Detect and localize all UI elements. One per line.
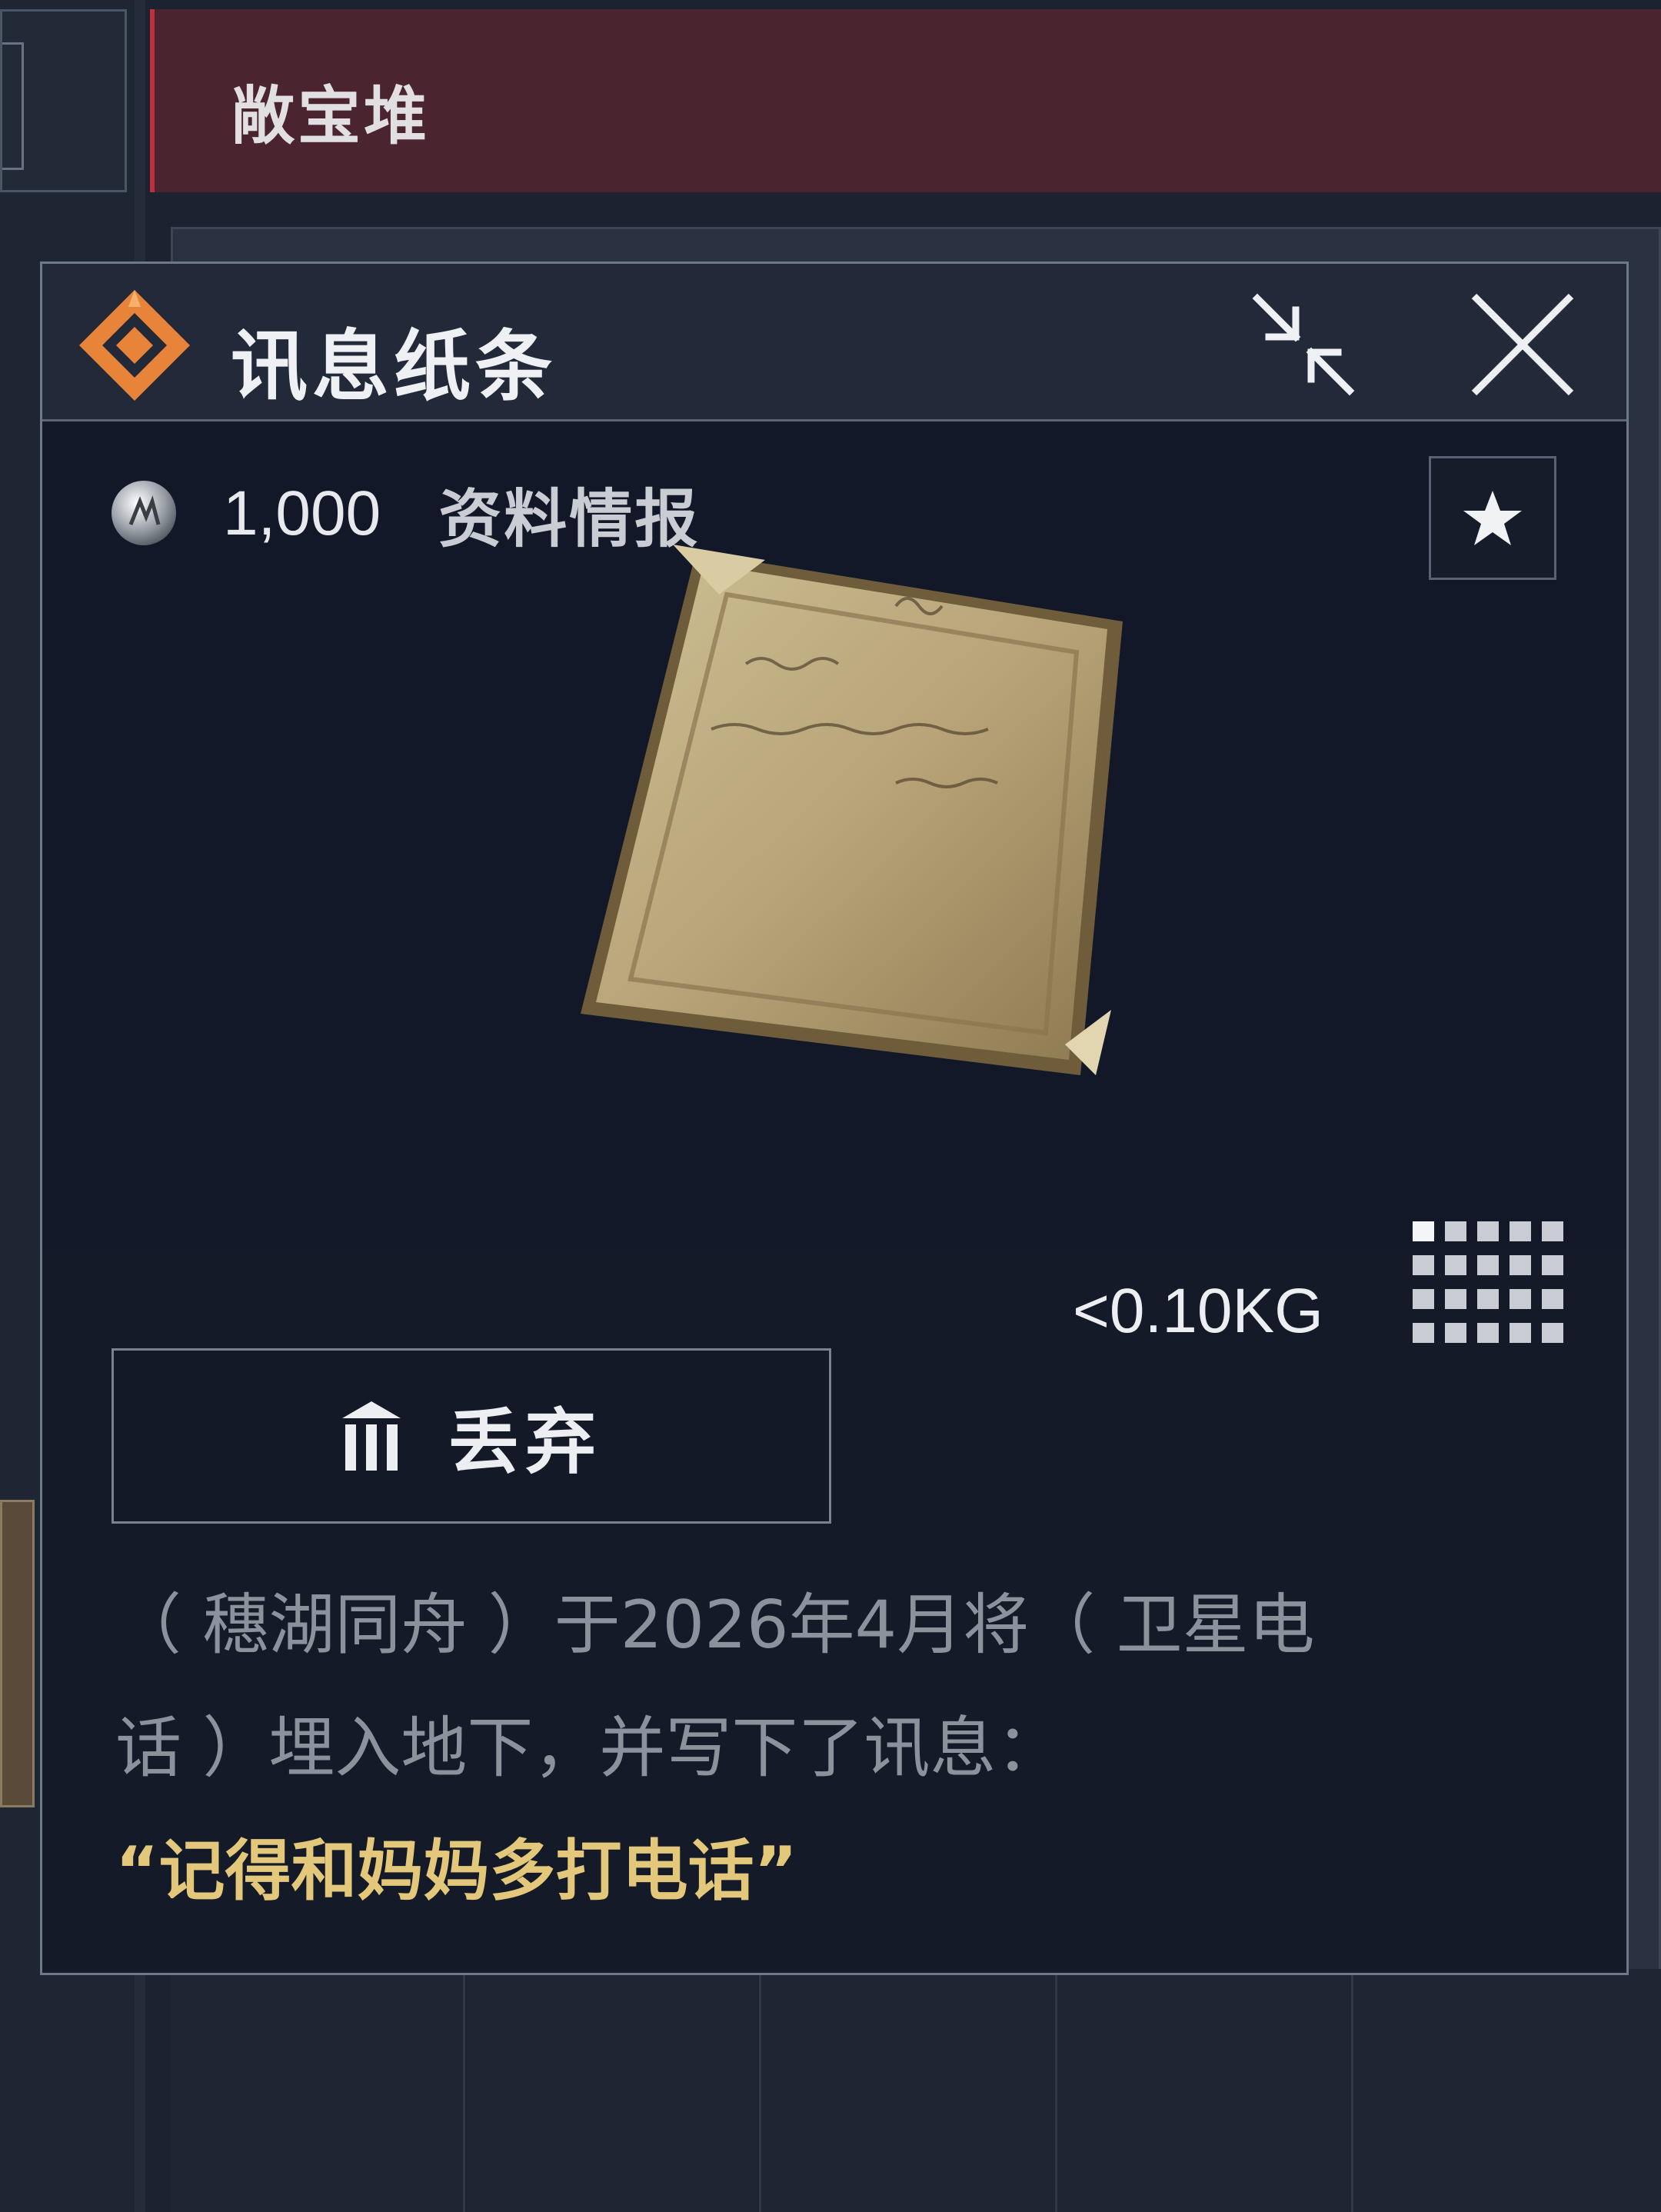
inventory-item-slot[interactable] — [0, 1500, 35, 1807]
collapse-arrows-icon[interactable] — [1246, 287, 1361, 402]
grid-size-icon — [1413, 1221, 1563, 1343]
star-icon — [1463, 490, 1522, 545]
left-inventory-slot[interactable] — [0, 9, 127, 192]
description-quote: “记得和妈妈多打电话” — [115, 1833, 798, 1910]
loot-title: 敞宝堆 — [231, 80, 431, 153]
diamond-rarity-icon — [79, 290, 190, 401]
item-value: 1,000 — [223, 478, 381, 548]
coin-icon — [112, 481, 176, 545]
discard-button[interactable]: 丢弃 — [112, 1348, 831, 1524]
item-name: 讯息纸条 — [231, 321, 557, 411]
close-x-icon[interactable] — [1465, 287, 1580, 402]
paper-note-image — [581, 545, 1123, 1075]
trash-icon — [341, 1401, 401, 1471]
description-line: （ 穗湖同舟 ）于2026年4月将（ 卫星电 — [115, 1587, 1315, 1664]
discard-label: 丢弃 — [448, 1401, 602, 1484]
item-showcase: 1,000 资料情报 <0.10KG — [42, 421, 1626, 1346]
loot-grid — [171, 1969, 1661, 2212]
description-line: 话 ）埋入地下，并写下了讯息： — [115, 1710, 1063, 1787]
loot-header: 敞宝堆 — [150, 9, 1661, 192]
item-description: （ 穗湖同舟 ）于2026年4月将（ 卫星电 话 ）埋入地下，并写下了讯息： “… — [115, 1564, 1576, 1933]
favorite-button[interactable] — [1429, 456, 1556, 580]
dialog-titlebar: 讯息纸条 — [42, 264, 1626, 421]
item-weight: <0.10KG — [1073, 1276, 1323, 1346]
item-detail-dialog: 讯息纸条 1,000 资料情报 <0.10KG 丢弃 （ 穗湖同舟 ）于2026… — [40, 262, 1629, 1975]
